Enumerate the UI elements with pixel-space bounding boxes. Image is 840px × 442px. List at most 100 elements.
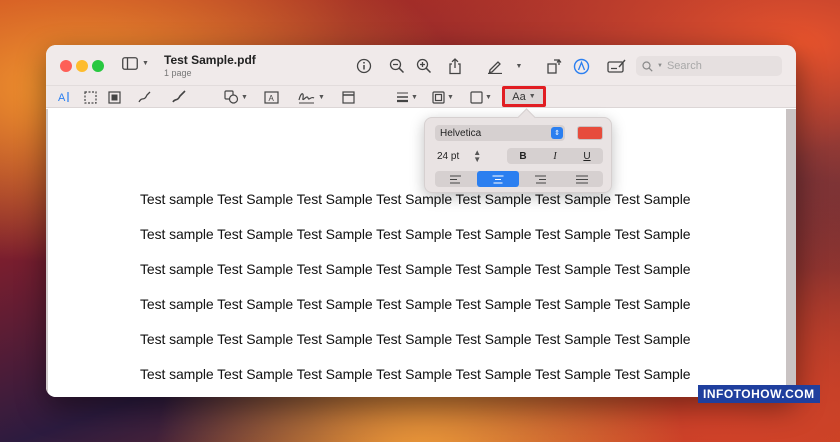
highlight-button[interactable] [485,56,505,76]
search-field[interactable]: ▼ [636,56,782,76]
chevron-down-icon: ▼ [515,62,523,70]
zoom-button[interactable] [92,60,104,72]
markup-toolbar: A ▼ A ▼ ▼ ▼ ▼ Aa ▼ [46,86,796,108]
text-style-button[interactable]: Aa ▼ [502,86,546,107]
align-right-button[interactable] [519,171,561,187]
svg-text:A: A [58,92,66,104]
text-cursor-icon: A [58,92,69,104]
rotate-button[interactable] [544,56,564,76]
fill-color-icon [470,90,483,104]
chevron-down-icon: ▼ [485,93,492,101]
align-left-icon [450,175,461,183]
sidebar-icon [122,57,138,70]
rectangular-selection-tool[interactable] [84,89,97,105]
chevron-down-icon: ▼ [241,93,248,101]
zoom-in-icon [416,58,432,74]
zoom-out-button[interactable] [387,56,407,76]
font-size-value: 24 pt [437,150,460,162]
text-line: Test sample Test Sample Test Sample Test… [140,226,691,242]
document-title: Test Sample.pdf 1 page [164,53,256,78]
document-name: Test Sample.pdf [164,53,256,67]
sketch-icon [138,91,151,103]
svg-text:A: A [269,94,275,103]
align-left-button[interactable] [435,171,477,187]
justify-button[interactable] [561,171,603,187]
draw-tool[interactable] [172,89,187,105]
bold-button[interactable]: B [507,148,539,164]
search-icon [642,60,653,72]
alignment-segment [435,171,603,187]
chevron-up-down-icon: ⇕ [551,127,563,139]
text-line: Test sample Test Sample Test Sample Test… [140,366,691,382]
rotate-icon [547,59,562,74]
markup-toolbar-button[interactable] [571,56,591,76]
font-family-select[interactable]: Helvetica ⇕ [435,125,565,141]
text-line: Test sample Test Sample Test Sample Test… [140,296,691,312]
text-line: Test sample Test Sample Test Sample Test… [140,261,691,277]
signature-menu[interactable]: ▼ [298,89,325,105]
title-bar: ▼ Test Sample.pdf 1 page ▼ ▼ Search [46,45,796,86]
preview-window: ▼ Test Sample.pdf 1 page ▼ ▼ Search A ▼ … [46,45,796,397]
desktop: { "window": { "doc_name": "Test Sample.p… [0,0,840,442]
chevron-down-icon: ▼ [411,93,418,101]
line-style-menu[interactable]: ▼ [396,89,418,105]
zoom-out-icon [389,58,405,74]
font-family-value: Helvetica [440,127,482,139]
draw-icon [172,90,186,103]
font-size-field[interactable]: 24 pt ▲ ▼ [437,149,481,164]
left-gutter [46,109,48,397]
chevron-down-icon: ▼ [447,93,454,101]
align-center-icon [492,175,504,183]
text-selection-tool[interactable]: A [58,89,72,105]
font-popover: Helvetica ⇕ 24 pt ▲ ▼ B I U [424,117,612,193]
markup-icon [573,58,589,74]
vertical-scrollbar[interactable] [786,109,796,397]
document-view[interactable]: Test sample Test Sample Test Sample Test… [46,109,796,397]
chevron-down-icon: ▼ [657,63,663,69]
smart-lasso-tool[interactable] [108,89,121,105]
italic-button[interactable]: I [539,148,571,164]
chevron-down-icon: ▼ [318,93,325,101]
form-fill-button[interactable] [606,56,628,76]
close-button[interactable] [60,60,72,72]
font-style-segment: B I U [507,148,603,164]
chevron-down-icon: ▼ [142,60,149,67]
text-line: Test sample Test Sample Test Sample Test… [140,331,691,347]
underline-button[interactable]: U [571,148,603,164]
search-input[interactable] [666,60,777,72]
align-center-button[interactable] [477,171,519,187]
text-color-well[interactable] [577,126,603,140]
shapes-icon [224,90,239,104]
text-line: Test sample Test Sample Test Sample Test… [140,191,691,207]
highlight-pen-icon [488,61,502,74]
justify-icon [576,175,588,183]
zoom-in-button[interactable] [414,56,434,76]
line-style-icon [397,92,408,103]
sketch-tool[interactable] [138,89,152,105]
lasso-icon [108,90,121,104]
note-icon [342,90,355,104]
border-color-menu[interactable]: ▼ [432,89,454,105]
highlight-options-button[interactable]: ▼ [512,56,526,76]
sidebar-toggle-button[interactable]: ▼ [122,57,149,70]
page-text: Test sample Test Sample Test Sample Test… [140,191,691,397]
chevron-down-icon: ▼ [528,93,536,100]
dashed-rectangle-icon [84,90,97,104]
info-icon [356,58,372,74]
minimize-button[interactable] [76,60,88,72]
align-right-icon [535,175,546,183]
text-box-tool[interactable]: A [264,89,279,105]
border-color-icon [432,90,445,104]
size-stepper-icon[interactable]: ▲ ▼ [473,149,481,164]
info-button[interactable] [354,56,374,76]
signature-icon [298,93,315,104]
share-icon [449,57,461,74]
text-style-label: Aa [512,90,526,103]
text-box-icon: A [264,90,279,104]
share-button[interactable] [445,56,465,76]
note-tool[interactable] [342,89,355,105]
form-fill-icon [607,59,626,73]
fill-color-menu[interactable]: ▼ [470,89,492,105]
watermark-logo: INFOTOHOW.COM [698,385,820,403]
shapes-menu[interactable]: ▼ [224,89,248,105]
